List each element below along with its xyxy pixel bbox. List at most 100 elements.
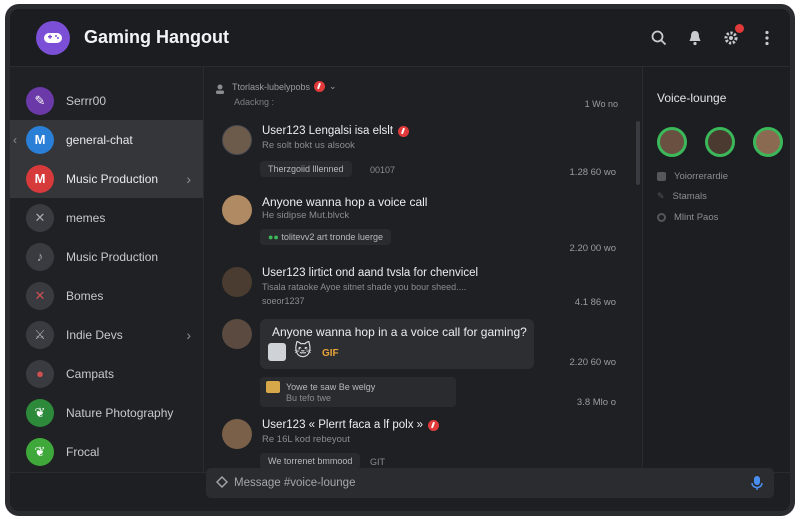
- sidebar-item-label: Frocal: [66, 444, 100, 459]
- channel-subtitle: Adackng :: [234, 97, 275, 107]
- sidebar-item-label: Campats: [66, 366, 115, 381]
- message-text: Re solt bokt us alsook: [262, 140, 355, 151]
- chevron-left-icon: ‹: [13, 132, 17, 147]
- settings-gear-icon[interactable]: [720, 24, 744, 49]
- search-icon[interactable]: [648, 27, 670, 49]
- leaf-icon: ❦: [26, 398, 54, 427]
- notification-badge: [735, 24, 744, 33]
- voice-channel-title: Voice-lounge: [657, 91, 727, 105]
- user-avatar[interactable]: [222, 125, 252, 155]
- voice-panel: Voice-lounge Yoiorrerardie ✎ Stamals Mli…: [642, 67, 790, 472]
- voice-member-avatar[interactable]: [705, 127, 735, 157]
- sidebar-item-nature-photography[interactable]: ❦ Nature Photography: [10, 393, 203, 432]
- user-avatar[interactable]: [222, 195, 252, 225]
- alert-icon: [428, 419, 440, 431]
- sidebar-item-label: memes: [66, 210, 106, 225]
- mic-icon: ♪: [26, 242, 54, 271]
- top-bar: Gaming Hangout: [10, 9, 790, 67]
- brush-icon: ✎: [26, 86, 54, 115]
- server-sidebar: ✎ Serrr00 ‹ M general-chat M Music Produ…: [10, 67, 204, 472]
- app-window: Gaming Hangout ✎ Serrr00 ‹ M general-cha…: [5, 4, 795, 516]
- bell-icon[interactable]: [684, 27, 706, 49]
- sidebar-item-bomes[interactable]: ✕ Bomes: [10, 276, 203, 315]
- app-title: Gaming Hangout: [84, 27, 229, 47]
- sidebar-item-label: Music Production: [66, 249, 159, 264]
- message-composer: [206, 468, 774, 498]
- message-time: 3.8 Mlo o: [576, 397, 616, 408]
- attachment-meta: GIT: [370, 457, 385, 467]
- leaf-icon: ❦: [26, 437, 54, 466]
- message-input[interactable]: [234, 474, 734, 492]
- message[interactable]: User123 Lengalsi isa elslt Re solt bokt …: [222, 125, 622, 185]
- flame-icon: ●: [26, 359, 54, 388]
- gamepad-logo-icon[interactable]: [36, 20, 70, 55]
- message-time: 1.28 60 wo: [569, 167, 616, 178]
- message[interactable]: User123 lirtict ond aand tvsla for chenv…: [222, 267, 622, 313]
- attachment-pill[interactable]: Therzgoiid lllenned: [260, 161, 352, 177]
- chat-header: Ttorlask-lubelypobs ⌄ Adackng : 1 Wo no: [212, 77, 632, 111]
- cat-emoji-icon[interactable]: 🐱: [294, 341, 312, 361]
- user-avatar[interactable]: [222, 267, 252, 297]
- sidebar-item-label: Bomes: [66, 288, 104, 303]
- message-time: 4.1 86 wo: [574, 297, 616, 308]
- user-avatar[interactable]: [222, 319, 252, 349]
- more-options-icon[interactable]: [756, 27, 778, 49]
- message-time: 2.20 00 wo: [569, 243, 616, 254]
- people-icon: ●●: [268, 232, 279, 242]
- sidebar-item-music-production-2[interactable]: ♪ Music Production: [10, 237, 203, 276]
- m-letter-icon: M: [26, 125, 54, 154]
- message[interactable]: User123 « Plerrt faca a lf polx » Re 16L…: [222, 419, 622, 471]
- sidebar-item-label: Music Production: [66, 171, 159, 186]
- message-author: User123 « Plerrt faca a lf polx »: [262, 419, 440, 431]
- message-time: 2.20 60 wo: [569, 357, 616, 368]
- message-text: Tisala rataoke Ayoe sitnet shade you bou…: [262, 282, 467, 292]
- gif-label[interactable]: GIF: [322, 348, 339, 359]
- x-icon: ✕: [26, 281, 54, 310]
- message-text: Anyone wanna hop in a a voice call for g…: [272, 325, 527, 339]
- sidebar-item-label: Nature Photography: [66, 405, 174, 420]
- chat-panel: Ttorlask-lubelypobs ⌄ Adackng : 1 Wo no …: [204, 67, 642, 472]
- voice-member-avatar[interactable]: [657, 127, 687, 157]
- square-icon: [657, 172, 666, 181]
- sidebar-item-memes[interactable]: ✕ memes: [10, 198, 203, 237]
- message-text-2: soeor1237: [262, 296, 305, 306]
- sidebar-item-label: general-chat: [66, 132, 133, 147]
- chat-scrollbar[interactable]: [636, 121, 640, 185]
- voice-list-item[interactable]: Yoiorrerardie: [657, 171, 728, 182]
- sidebar-item-general-chat[interactable]: ‹ M general-chat: [10, 120, 203, 159]
- pencil-icon: ✎: [657, 191, 665, 201]
- sidebar-item-music-production[interactable]: M Music Production ›: [10, 159, 203, 198]
- sword-icon: ⚔: [26, 320, 54, 349]
- chevron-right-icon: ›: [186, 326, 191, 343]
- image-icon: [266, 381, 280, 393]
- sidebar-item-serrr00[interactable]: ✎ Serrr00: [10, 81, 203, 120]
- voice-member-avatar[interactable]: [753, 127, 783, 157]
- sidebar-item-indie-devs[interactable]: ⚔ Indie Devs ›: [10, 315, 203, 354]
- chevron-right-icon: ›: [186, 170, 191, 187]
- sticker-icon[interactable]: [268, 343, 286, 361]
- channel-topic[interactable]: Ttorlask-lubelypobs ⌄: [232, 81, 337, 92]
- channel-icon: [216, 84, 224, 94]
- voice-list-item[interactable]: Mlint Paos: [657, 212, 718, 223]
- attach-icon[interactable]: [216, 476, 228, 488]
- microphone-icon[interactable]: [750, 475, 764, 491]
- user-avatar[interactable]: [222, 419, 252, 449]
- message[interactable]: Anyone wanna hop a voice call He sidipse…: [222, 195, 622, 255]
- attachment-meta: 00107: [370, 165, 396, 175]
- m-letter-icon: M: [26, 164, 54, 193]
- sidebar-item-frocal[interactable]: ❦ Frocal: [10, 432, 203, 471]
- embed-card[interactable]: Yowe te saw Be welgy Bu tefo twe: [260, 377, 456, 407]
- voice-list-item[interactable]: ✎ Stamals: [657, 191, 707, 202]
- cross-icon: ✕: [26, 203, 54, 232]
- message-author: Anyone wanna hop a voice call: [262, 195, 428, 209]
- sidebar-item-campats[interactable]: ● Campats: [10, 354, 203, 393]
- alert-icon: [398, 125, 410, 137]
- message[interactable]: Anyone wanna hop in a a voice call for g…: [222, 319, 622, 381]
- clock-icon: [657, 213, 666, 222]
- alert-icon: [314, 81, 326, 92]
- message[interactable]: Yowe te saw Be welgy Bu tefo twe 3.8 Mlo…: [222, 377, 622, 421]
- attachment-pill[interactable]: We torrenet bmmood: [260, 453, 361, 469]
- message-author: User123 lirtict ond aand tvsla for chenv…: [262, 267, 479, 279]
- chevron-down-icon: ⌄: [329, 81, 337, 91]
- attachment-pill[interactable]: ●● tolitevv2 art tronde luerge: [260, 229, 391, 245]
